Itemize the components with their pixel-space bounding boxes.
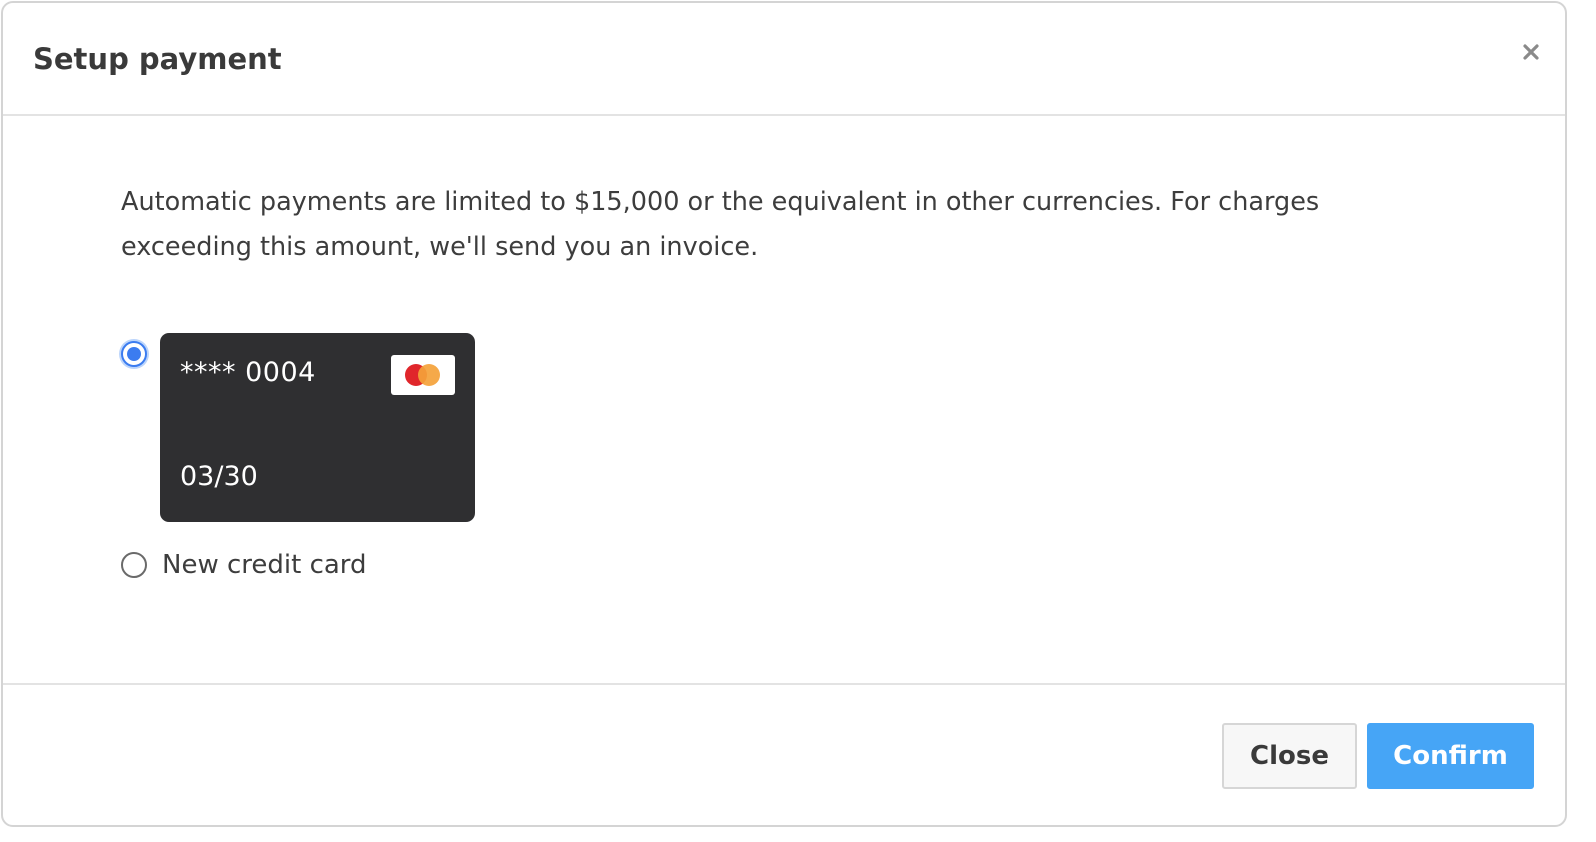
new-card-label[interactable]: New credit card bbox=[162, 546, 367, 584]
setup-payment-dialog: Setup payment Automatic payments are lim… bbox=[1, 1, 1567, 827]
saved-card[interactable]: **** 0004 03/30 bbox=[160, 333, 475, 522]
dialog-header: Setup payment bbox=[3, 3, 1565, 116]
dialog-body: Automatic payments are limited to $15,00… bbox=[3, 116, 1565, 683]
new-card-radio[interactable] bbox=[121, 552, 147, 578]
card-expiry: 03/30 bbox=[180, 461, 258, 492]
payment-limit-notice: Automatic payments are limited to $15,00… bbox=[121, 187, 1320, 262]
dialog-footer: Close Confirm bbox=[3, 683, 1565, 825]
saved-card-radio[interactable] bbox=[121, 341, 147, 367]
dialog-title: Setup payment bbox=[33, 42, 282, 76]
close-icon bbox=[1523, 44, 1539, 60]
dialog-close-button[interactable] bbox=[1513, 35, 1549, 71]
radio-selected-dot bbox=[127, 347, 141, 361]
confirm-button[interactable]: Confirm bbox=[1367, 723, 1534, 789]
card-masked-number: **** 0004 bbox=[180, 357, 316, 388]
mastercard-logo-icon bbox=[391, 355, 455, 395]
close-button[interactable]: Close bbox=[1222, 723, 1357, 789]
